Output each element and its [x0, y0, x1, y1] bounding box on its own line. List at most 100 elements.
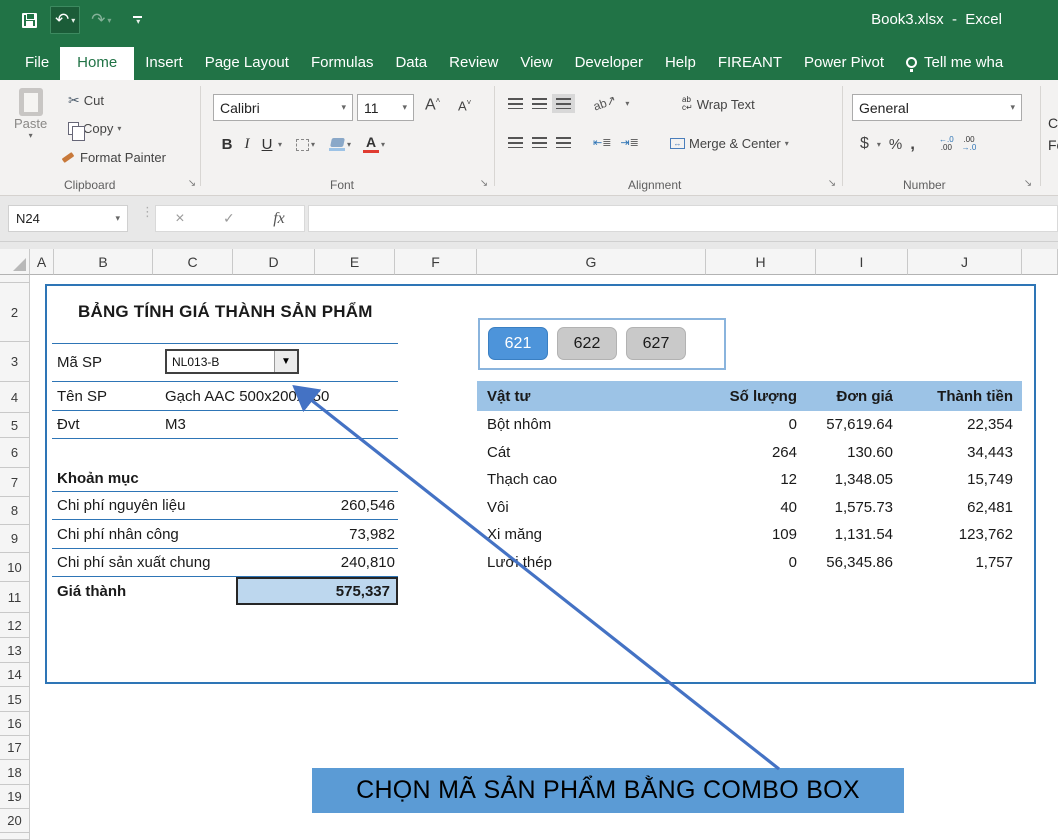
formula-input[interactable]	[308, 205, 1058, 232]
font-size-select[interactable]: 11▾	[357, 94, 414, 121]
row-header-19[interactable]: 19	[0, 785, 29, 809]
merge-center-dropdown[interactable]: ▾	[785, 139, 789, 148]
row-header-13[interactable]: 13	[0, 638, 29, 663]
orientation-dropdown[interactable]: ▾	[625, 99, 629, 108]
underline-dropdown[interactable]: ▾	[278, 140, 282, 149]
align-left-button[interactable]	[508, 137, 523, 148]
row-header-20[interactable]: 20	[0, 809, 29, 833]
column-header-D[interactable]: D	[233, 249, 315, 275]
column-header-B[interactable]: B	[54, 249, 153, 275]
column-header-I[interactable]: I	[816, 249, 908, 275]
account-button-627[interactable]: 627	[626, 327, 686, 360]
ribbon-tab-formulas[interactable]: Formulas	[300, 47, 385, 80]
row-header-10[interactable]: 10	[0, 553, 29, 582]
decrease-decimal-button[interactable]: .00→.0	[962, 136, 977, 152]
percent-style-button[interactable]: %	[889, 136, 902, 153]
row-header-14[interactable]: 14	[0, 663, 29, 687]
font-color-button[interactable]: A	[363, 136, 379, 153]
column-header-C[interactable]: C	[153, 249, 233, 275]
increase-decimal-button[interactable]: ←.0.00	[939, 136, 954, 152]
align-middle-button[interactable]	[532, 98, 547, 109]
column-header-J[interactable]: J	[908, 249, 1022, 275]
select-all-corner[interactable]	[0, 249, 30, 275]
conditional-formatting-clipped[interactable]: CFo	[1048, 112, 1058, 156]
column-header-A[interactable]: A	[30, 249, 54, 275]
ribbon-tab-review[interactable]: Review	[438, 47, 509, 80]
ribbon-tab-power-pivot[interactable]: Power Pivot	[793, 47, 895, 80]
ribbon-tab-file[interactable]: File	[14, 47, 60, 80]
row-header-5[interactable]: 5	[0, 413, 29, 438]
row-header-2[interactable]: 2	[0, 283, 29, 342]
ribbon-tab-tell-me-wha[interactable]: Tell me wha	[895, 47, 1014, 80]
align-top-button[interactable]	[508, 98, 523, 109]
fill-color-dropdown[interactable]: ▾	[347, 140, 351, 149]
fill-color-button[interactable]	[329, 138, 345, 151]
column-header-E[interactable]: E	[315, 249, 395, 275]
ribbon-tab-insert[interactable]: Insert	[134, 47, 194, 80]
row-header-3[interactable]: 3	[0, 342, 29, 382]
font-color-dropdown[interactable]: ▾	[381, 140, 385, 149]
align-center-button[interactable]	[532, 137, 547, 148]
wrap-text-button[interactable]: abc↵ Wrap Text	[682, 96, 755, 112]
column-header-G[interactable]: G	[477, 249, 706, 275]
italic-button[interactable]: I	[238, 136, 256, 153]
ribbon-tab-view[interactable]: View	[509, 47, 563, 80]
ribbon-tab-fireant[interactable]: FIREANT	[707, 47, 793, 80]
insert-function-button[interactable]: fx	[273, 210, 285, 228]
ribbon-tab-help[interactable]: Help	[654, 47, 707, 80]
combo-dropdown-icon[interactable]: ▼	[274, 351, 297, 372]
row-header-7[interactable]: 7	[0, 468, 29, 497]
row-header-21[interactable]	[0, 833, 29, 840]
redo-button[interactable]: ↷▾	[86, 6, 116, 34]
row-header-1[interactable]	[0, 275, 29, 283]
alignment-dialog-launcher[interactable]: ↘	[826, 178, 838, 190]
align-right-button[interactable]	[556, 137, 571, 148]
ribbon-tab-home[interactable]: Home	[60, 47, 134, 80]
clipboard-dialog-launcher[interactable]: ↘	[186, 178, 198, 190]
row-header-18[interactable]: 18	[0, 760, 29, 785]
account-button-622[interactable]: 622	[557, 327, 617, 360]
column-header-H[interactable]: H	[706, 249, 816, 275]
comma-style-button[interactable]: ,	[910, 134, 915, 154]
row-header-8[interactable]: 8	[0, 497, 29, 525]
decrease-font-button[interactable]: A˅	[458, 98, 471, 113]
row-header-12[interactable]: 12	[0, 613, 29, 638]
row-header-11[interactable]: 11	[0, 582, 29, 613]
increase-font-button[interactable]: A˄	[425, 96, 440, 114]
merge-center-button[interactable]: ↔ Merge & Center ▾	[670, 136, 789, 151]
ribbon-tab-developer[interactable]: Developer	[564, 47, 654, 80]
accounting-format-dropdown[interactable]: ▾	[877, 140, 881, 149]
column-header-F[interactable]: F	[395, 249, 477, 275]
decrease-indent-button[interactable]: ⇤≣	[593, 136, 611, 149]
font-name-select[interactable]: Calibri▾	[213, 94, 353, 121]
undo-button[interactable]: ↶▾	[50, 6, 80, 34]
row-header-6[interactable]: 6	[0, 438, 29, 468]
name-box[interactable]: N24▾	[8, 205, 128, 232]
row-header-9[interactable]: 9	[0, 525, 29, 553]
borders-icon[interactable]	[296, 139, 309, 151]
ribbon-tab-page-layout[interactable]: Page Layout	[194, 47, 300, 80]
number-dialog-launcher[interactable]: ↘	[1022, 178, 1034, 190]
paste-button[interactable]: Paste▾	[14, 88, 47, 140]
customize-quick-access-button[interactable]: ▾	[122, 6, 152, 34]
row-header-16[interactable]: 16	[0, 712, 29, 736]
number-format-select[interactable]: General▾	[852, 94, 1022, 121]
save-icon[interactable]	[14, 6, 44, 34]
orientation-button[interactable]: ab↗	[591, 92, 618, 113]
bold-button[interactable]: B	[218, 136, 236, 153]
underline-button[interactable]: U	[258, 136, 276, 153]
increase-indent-button[interactable]: ⇥≣	[620, 136, 638, 149]
align-bottom-button[interactable]	[556, 98, 571, 109]
row-header-15[interactable]: 15	[0, 687, 29, 712]
row-header-17[interactable]: 17	[0, 736, 29, 760]
borders-dropdown[interactable]: ▾	[311, 140, 315, 149]
format-painter-button[interactable]: Format Painter	[62, 150, 166, 165]
font-dialog-launcher[interactable]: ↘	[478, 178, 490, 190]
product-combo-box[interactable]: NL013-B ▼	[165, 349, 299, 374]
accounting-format-button[interactable]: $	[860, 135, 869, 153]
account-button-621[interactable]: 621	[488, 327, 548, 360]
enter-button[interactable]: ✓	[223, 210, 235, 227]
copy-button[interactable]: Copy▾	[68, 121, 121, 136]
ribbon-tab-data[interactable]: Data	[384, 47, 438, 80]
cut-button[interactable]: ✂Cut	[68, 92, 104, 109]
